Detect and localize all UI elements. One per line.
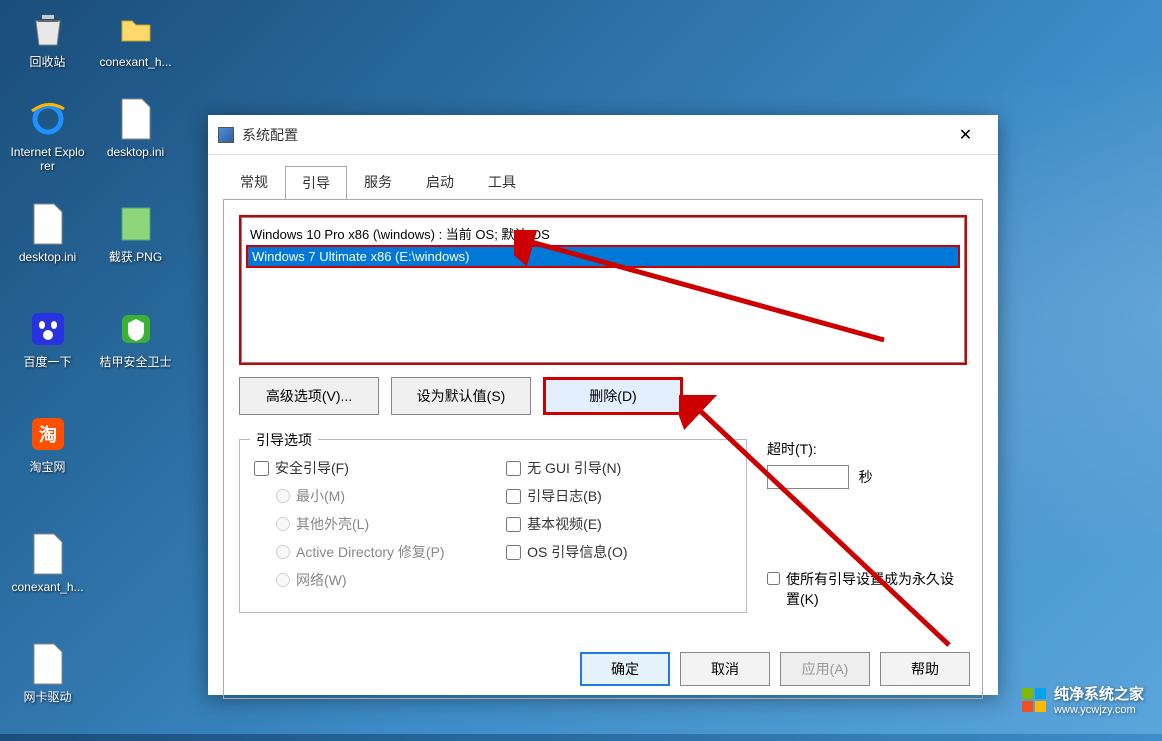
file-icon	[24, 200, 72, 248]
icon-label: 回收站	[10, 55, 85, 69]
seconds-label: 秒	[859, 469, 873, 485]
timeout-input[interactable]	[767, 465, 849, 489]
watermark-url: www.ycwjzy.com	[1054, 704, 1144, 716]
desktop-icon-file4[interactable]: conexant_h...	[10, 530, 85, 594]
desktop-icon-file3[interactable]: desktop.ini	[10, 200, 85, 264]
ie-icon	[24, 95, 72, 143]
desktop-icon-security[interactable]: 桔甲安全卫士	[98, 305, 173, 369]
msconfig-window: 系统配置 ✕ 常规 引导 服务 启动 工具 Windows 10 Pro x86…	[208, 115, 998, 695]
watermark-text: 纯净系统之家	[1054, 683, 1144, 704]
radio-network[interactable]: 网络(W)	[276, 570, 503, 590]
folder-icon	[112, 5, 160, 53]
file-icon	[24, 530, 72, 578]
desktop-icon-png[interactable]: 截获.PNG	[98, 200, 173, 264]
right-panel: 超时(T): 秒 使所有引导设置成为永久设置(K)	[747, 439, 967, 613]
icon-label: 淘宝网	[10, 460, 85, 474]
shield-icon	[112, 305, 160, 353]
icon-label: conexant_h...	[98, 55, 173, 69]
permanent-checkbox[interactable]: 使所有引导设置成为永久设置(K)	[767, 569, 967, 609]
file-icon	[24, 640, 72, 688]
boot-list-highlight: Windows 10 Pro x86 (\windows) : 当前 OS; 默…	[239, 215, 967, 365]
set-default-button[interactable]: 设为默认值(S)	[391, 377, 531, 415]
tab-tools[interactable]: 工具	[471, 165, 533, 199]
no-gui-checkbox[interactable]: 无 GUI 引导(N)	[506, 458, 726, 478]
windows-logo-icon	[1022, 688, 1046, 712]
boot-tab-content: Windows 10 Pro x86 (\windows) : 当前 OS; 默…	[223, 199, 983, 699]
advanced-options-button[interactable]: 高级选项(V)...	[239, 377, 379, 415]
tab-services[interactable]: 服务	[347, 165, 409, 199]
tab-boot[interactable]: 引导	[285, 166, 347, 200]
dialog-buttons: 确定 取消 应用(A) 帮助	[580, 652, 970, 686]
close-button[interactable]: ✕	[943, 120, 988, 150]
timeout-label: 超时(T):	[767, 439, 967, 459]
window-title: 系统配置	[242, 125, 943, 145]
desktop-icon-networkdriver[interactable]: 网卡驱动	[10, 640, 85, 704]
options-row: 引导选项 安全引导(F) 最小(M) 其他外壳(L) Active Direct…	[239, 439, 967, 613]
boot-entry-1[interactable]: Windows 7 Ultimate x86 (E:\windows)	[246, 245, 960, 268]
desktop-icon-recycle-bin[interactable]: 回收站	[10, 5, 85, 69]
desktop-icon-baidu[interactable]: 百度一下	[10, 305, 85, 369]
png-icon	[112, 200, 160, 248]
delete-button[interactable]: 删除(D)	[543, 377, 683, 415]
ok-button[interactable]: 确定	[580, 652, 670, 686]
recycle-bin-icon	[24, 5, 72, 53]
base-video-checkbox[interactable]: 基本视频(E)	[506, 514, 726, 534]
icon-label: 网卡驱动	[10, 690, 85, 704]
radio-altshell[interactable]: 其他外壳(L)	[276, 514, 503, 534]
icon-label: Internet Explorer	[10, 145, 85, 174]
icon-label: 桔甲安全卫士	[98, 355, 173, 369]
icon-label: desktop.ini	[10, 250, 85, 264]
desktop-icon-file[interactable]: conexant_h...	[98, 5, 173, 69]
apply-button: 应用(A)	[780, 652, 870, 686]
file-icon	[112, 95, 160, 143]
boot-options-group: 引导选项 安全引导(F) 最小(M) 其他外壳(L) Active Direct…	[239, 439, 747, 613]
group-label: 引导选项	[250, 430, 318, 450]
desktop-icon-file2[interactable]: desktop.ini	[98, 95, 173, 159]
boot-btn-row: 高级选项(V)... 设为默认值(S) 删除(D)	[239, 377, 967, 415]
app-icon	[218, 127, 234, 143]
icon-label: 百度一下	[10, 355, 85, 369]
icon-label: 截获.PNG	[98, 250, 173, 264]
tab-startup[interactable]: 启动	[409, 165, 471, 199]
cancel-button[interactable]: 取消	[680, 652, 770, 686]
boot-log-checkbox[interactable]: 引导日志(B)	[506, 486, 726, 506]
icon-label: conexant_h...	[10, 580, 85, 594]
boot-entry-0[interactable]: Windows 10 Pro x86 (\windows) : 当前 OS; 默…	[246, 222, 960, 245]
svg-text:淘: 淘	[39, 424, 57, 445]
baidu-icon	[24, 305, 72, 353]
watermark: 纯净系统之家 www.ycwjzy.com	[1022, 683, 1144, 716]
safe-boot-checkbox[interactable]: 安全引导(F)	[254, 458, 503, 478]
tab-general[interactable]: 常规	[223, 165, 285, 199]
desktop-icon-taobao[interactable]: 淘 淘宝网	[10, 410, 85, 474]
tabs: 常规 引导 服务 启动 工具	[208, 165, 998, 199]
titlebar[interactable]: 系统配置 ✕	[208, 115, 998, 155]
radio-minimal[interactable]: 最小(M)	[276, 486, 503, 506]
os-boot-info-checkbox[interactable]: OS 引导信息(O)	[506, 542, 726, 562]
desktop-icon-ie[interactable]: Internet Explorer	[10, 95, 85, 174]
radio-ad-repair[interactable]: Active Directory 修复(P)	[276, 542, 503, 562]
boot-list[interactable]: Windows 10 Pro x86 (\windows) : 当前 OS; 默…	[241, 217, 965, 363]
taobao-icon: 淘	[24, 410, 72, 458]
icon-label: desktop.ini	[98, 145, 173, 159]
help-button[interactable]: 帮助	[880, 652, 970, 686]
